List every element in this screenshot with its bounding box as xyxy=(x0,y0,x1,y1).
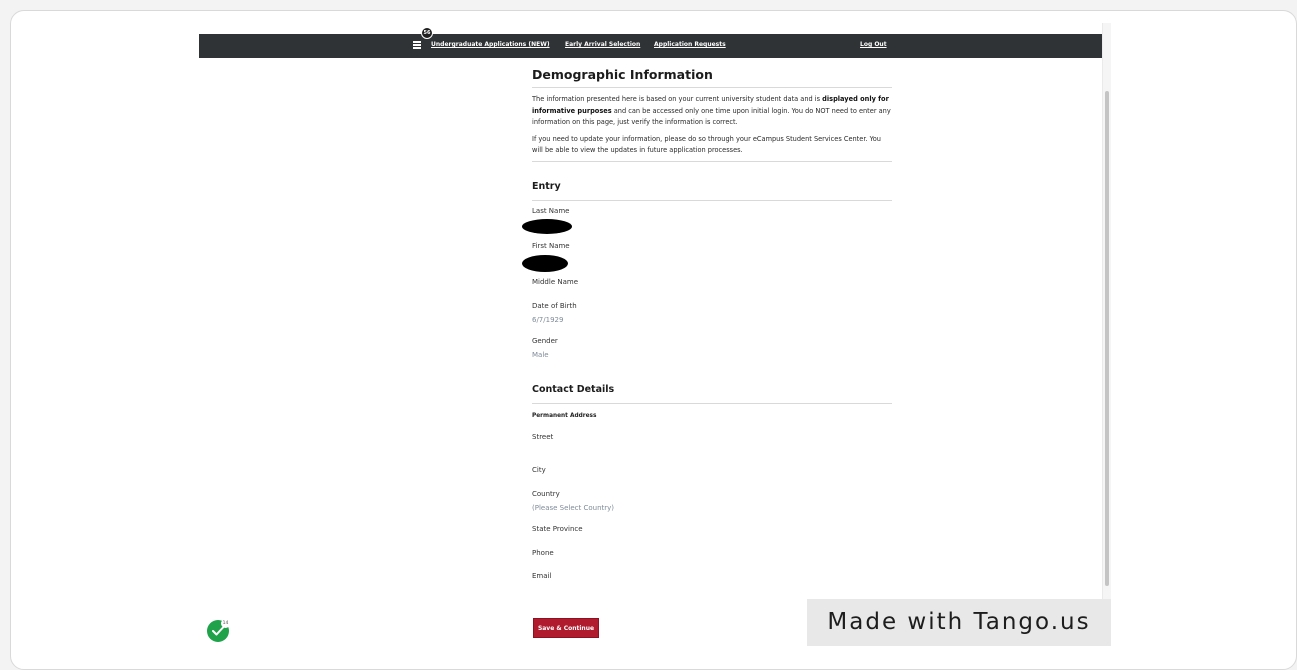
country-select[interactable]: (Please Select Country) xyxy=(532,504,614,512)
nav-early-arrival-selection[interactable]: Early Arrival Selection xyxy=(565,41,640,48)
check-count-badge: 14 xyxy=(221,619,230,628)
last-name-label: Last Name xyxy=(532,207,570,215)
logout-link[interactable]: Log Out xyxy=(860,41,887,48)
info-paragraph: The information presented here is based … xyxy=(532,94,892,129)
state-province-label: State Province xyxy=(532,525,583,533)
divider xyxy=(532,160,892,162)
gender-label: Gender xyxy=(532,337,558,345)
scrollbar[interactable] xyxy=(1102,23,1111,611)
step-count-badge: 56 xyxy=(421,27,433,39)
browser-frame: Undergraduate Applications (NEW) Early A… xyxy=(10,10,1297,670)
gender-value: Male xyxy=(532,351,549,359)
phone-label: Phone xyxy=(532,549,554,557)
update-paragraph: If you need to update your information, … xyxy=(532,134,881,155)
tango-watermark: Made with Tango.us xyxy=(807,599,1111,646)
entry-heading: Entry xyxy=(532,181,561,192)
first-name-label: First Name xyxy=(532,242,570,250)
divider xyxy=(532,200,892,201)
city-label: City xyxy=(532,466,546,474)
permanent-address-label: Permanent Address xyxy=(532,413,597,419)
menu-icon[interactable] xyxy=(413,41,421,49)
top-navbar: Undergraduate Applications (NEW) Early A… xyxy=(199,34,1103,58)
scrollbar-thumb[interactable] xyxy=(1105,91,1109,586)
contact-details-heading: Contact Details xyxy=(532,384,615,395)
redacted-first-name xyxy=(522,255,568,272)
info-text-1: The information presented here is based … xyxy=(532,95,823,103)
nav-application-requests[interactable]: Application Requests xyxy=(654,41,726,48)
save-continue-button[interactable]: Save & Continue xyxy=(533,618,599,638)
country-label: Country xyxy=(532,490,560,498)
middle-name-label: Middle Name xyxy=(532,278,578,286)
divider xyxy=(532,403,892,404)
dob-value: 6/7/1929 xyxy=(532,316,564,324)
main-content: Demographic Information The information … xyxy=(532,67,892,168)
redacted-last-name xyxy=(522,219,572,234)
nav-undergraduate-applications[interactable]: Undergraduate Applications (NEW) xyxy=(431,41,550,48)
page-title: Demographic Information xyxy=(532,67,713,82)
divider xyxy=(532,87,892,88)
email-label: Email xyxy=(532,572,552,580)
dob-label: Date of Birth xyxy=(532,302,577,310)
street-label: Street xyxy=(532,433,554,441)
